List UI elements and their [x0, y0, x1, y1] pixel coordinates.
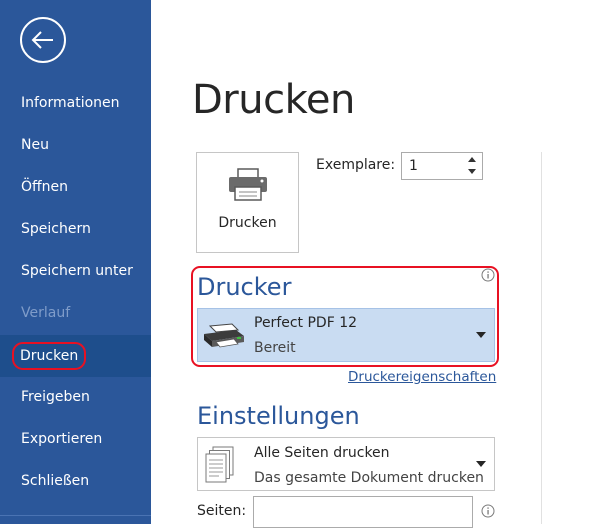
chevron-up-icon	[468, 157, 476, 162]
printer-heading: Drucker	[197, 273, 292, 301]
back-button[interactable]	[20, 17, 66, 63]
arrow-left-circle-icon	[31, 31, 53, 49]
nav-item-label: Speichern unter	[21, 263, 133, 279]
nav-item-speichern-unter[interactable]: Speichern unter	[0, 252, 151, 290]
print-range-description: Das gesamte Dokument drucken	[254, 470, 484, 486]
nav-item-label: Freigeben	[21, 389, 90, 405]
nav-item-speichern[interactable]: Speichern	[0, 210, 151, 248]
nav-item-freigeben[interactable]: Freigeben	[0, 378, 151, 416]
info-icon[interactable]	[481, 268, 495, 282]
pages-label: Seiten:	[197, 503, 247, 519]
nav-item-drucken[interactable]: Drucken	[0, 335, 151, 377]
printer-properties-link[interactable]: Druckereigenschaften	[348, 369, 496, 385]
info-icon[interactable]	[481, 504, 495, 518]
page-title: Drucken	[192, 77, 355, 123]
nav-item-label: Exportieren	[21, 431, 103, 447]
print-button[interactable]: Drucken	[196, 152, 299, 253]
pages-stack-icon	[205, 446, 234, 483]
dropdown-arrow-icon	[476, 461, 486, 467]
printer-name: Perfect PDF 12	[254, 315, 358, 331]
dropdown-arrow-icon	[476, 332, 486, 338]
nav-item-label: Informationen	[21, 95, 120, 111]
nav-item-schliessen[interactable]: Schließen	[0, 462, 151, 500]
printer-dropdown[interactable]: Perfect PDF 12 Bereit	[197, 308, 495, 362]
preview-divider	[541, 152, 542, 524]
printer-device-icon	[204, 323, 244, 348]
copies-decrement-button[interactable]	[465, 166, 479, 178]
chevron-down-icon	[468, 169, 476, 174]
print-range-dropdown[interactable]: Alle Seiten drucken Das gesamte Dokument…	[197, 437, 495, 491]
nav-item-neu[interactable]: Neu	[0, 126, 151, 164]
printer-icon	[229, 168, 267, 201]
nav-item-label: Öffnen	[21, 179, 69, 195]
nav-item-label: Schließen	[21, 473, 90, 489]
settings-heading: Einstellungen	[197, 402, 360, 430]
nav-item-label: Neu	[21, 137, 49, 153]
copies-stepper	[401, 152, 483, 180]
printer-status: Bereit	[254, 340, 296, 356]
print-button-label: Drucken	[218, 215, 277, 231]
nav-item-informationen[interactable]: Informationen	[0, 84, 151, 122]
print-range-option: Alle Seiten drucken	[254, 445, 390, 461]
copies-label: Exemplare:	[316, 157, 396, 173]
pages-input[interactable]	[253, 496, 473, 528]
nav-item-verlauf: Verlauf	[0, 294, 151, 332]
nav-item-oeffnen[interactable]: Öffnen	[0, 168, 151, 206]
copies-input[interactable]	[402, 153, 469, 179]
copies-increment-button[interactable]	[465, 154, 479, 166]
nav-item-exportieren[interactable]: Exportieren	[0, 420, 151, 458]
backstage-sidebar: Informationen Neu Öffnen Speichern Speic…	[0, 0, 151, 524]
nav-item-label: Verlauf	[21, 305, 71, 321]
sidebar-divider	[0, 515, 151, 516]
nav-item-label: Speichern	[21, 221, 91, 237]
nav-item-label: Drucken	[12, 342, 87, 370]
